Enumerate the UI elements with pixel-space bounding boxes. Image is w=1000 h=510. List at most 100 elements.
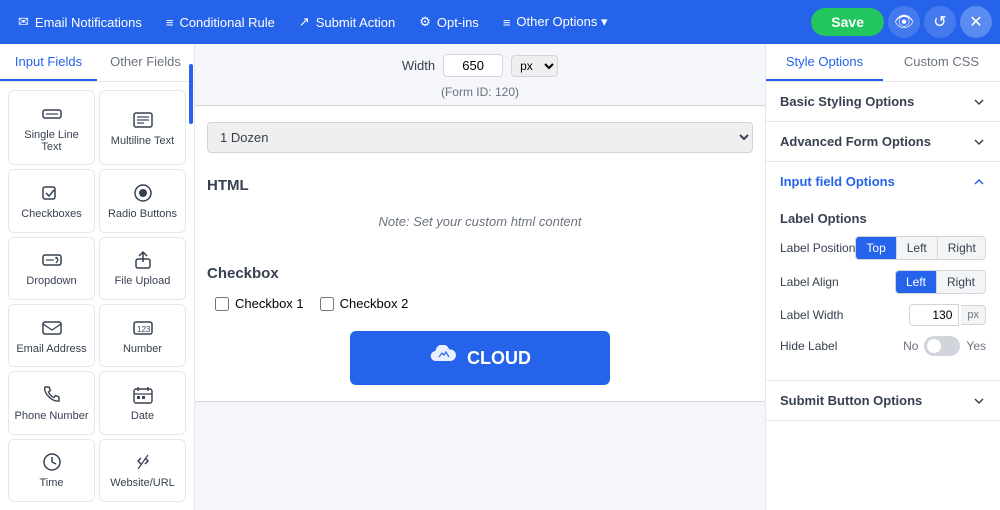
position-right-button[interactable]: Right [938,237,986,259]
sidebar-item-number[interactable]: 123 Number [99,304,186,367]
accordion-basic-styling-header[interactable]: Basic Styling Options [766,82,1000,121]
sidebar-item-time[interactable]: Time [8,439,95,502]
chevron-down-icon-2 [972,135,986,149]
accordion-input-field-options-body: Label Options Label Position Top Left Ri… [766,201,1000,380]
sidebar-scrollbar[interactable] [188,44,194,510]
label-position-btn-group: Top Left Right [855,236,986,260]
chevron-up-icon [972,175,986,189]
sidebar-item-phone-number[interactable]: Phone Number [8,371,95,434]
form-id: (Form ID: 120) [441,85,519,99]
nav-submit-action[interactable]: ↗ Submit Action [289,8,405,36]
file-upload-icon [132,249,154,271]
date-icon [132,384,154,406]
label-width-row: Label Width px [780,304,986,326]
width-unit-select[interactable]: px em % [511,55,558,77]
label-align-label: Label Align [780,275,839,289]
sidebar-tabs: Input Fields Other Fields [0,44,194,82]
accordion-submit-button-options-header[interactable]: Submit Button Options [766,381,1000,420]
phone-number-label: Phone Number [15,410,89,422]
submit-button[interactable]: CLOUD [350,331,610,385]
hide-label-no: No [903,339,918,353]
email-icon: ✉ [18,14,29,30]
width-input[interactable] [443,54,503,77]
chevron-down-icon [972,95,986,109]
dropdown-label: Dropdown [26,275,76,287]
save-button[interactable]: Save [811,8,884,36]
checkboxes-label: Checkboxes [21,208,82,220]
website-url-label: Website/URL [110,477,175,489]
undo-button[interactable]: ↺ [924,6,956,38]
radio-buttons-label: Radio Buttons [108,208,177,220]
checkbox-2-label: Checkbox 2 [340,296,409,311]
accordion-advanced-form-header[interactable]: Advanced Form Options [766,122,1000,161]
sidebar-item-dropdown[interactable]: Dropdown [8,237,95,300]
accordion-advanced-form: Advanced Form Options [766,122,1000,162]
cloud-svg-icon [429,345,457,365]
sidebar-item-multiline-text[interactable]: Multiline Text [99,90,186,165]
html-block: HTML Note: Set your custom html content [207,169,753,249]
checkbox-option-2[interactable]: Checkbox 2 [320,296,409,311]
right-panel: Style Options Custom CSS Basic Styling O… [765,44,1000,510]
style-options-label: Style Options [786,54,863,69]
custom-css-label: Custom CSS [904,54,979,69]
sidebar-item-website-url[interactable]: Website/URL [99,439,186,502]
nav-email-notifications[interactable]: ✉ Email Notifications [8,8,152,36]
submit-button-options-label: Submit Button Options [780,393,922,408]
basic-styling-label: Basic Styling Options [780,94,914,109]
nav-opt-ins[interactable]: ⚙ Opt-ins [409,8,489,36]
advanced-form-label: Advanced Form Options [780,134,931,149]
email-address-icon [41,317,63,339]
nav-conditional-rule[interactable]: ≡ Conditional Rule [156,9,285,36]
time-icon [41,451,63,473]
submit-action-icon: ↗ [299,14,310,30]
accordion-input-field-options-header[interactable]: Input field Options [766,162,1000,201]
canvas-toolbar: Width px em % [402,54,558,77]
position-left-button[interactable]: Left [897,237,938,259]
checkbox-block: Checkbox Checkbox 1 Checkbox 2 [207,265,753,315]
checkbox-2-input[interactable] [320,297,334,311]
left-sidebar: Input Fields Other Fields Single Line Te… [0,44,195,510]
label-width-input[interactable] [909,304,959,326]
align-right-button[interactable]: Right [937,271,985,293]
label-options-title: Label Options [780,211,986,226]
number-label: Number [123,343,162,355]
sidebar-item-checkboxes[interactable]: Checkboxes [8,169,95,232]
checkbox-option-1[interactable]: Checkbox 1 [215,296,304,311]
hide-label-toggle-wrap: No Yes [903,336,986,356]
chevron-down-icon-3 [972,394,986,408]
label-align-row: Label Align Left Right [780,270,986,294]
sidebar-item-radio-buttons[interactable]: Radio Buttons [99,169,186,232]
close-icon: ✕ [969,12,982,32]
website-url-icon [132,451,154,473]
checkbox-1-input[interactable] [215,297,229,311]
sidebar-item-email-address[interactable]: Email Address [8,304,95,367]
checkboxes-icon [41,182,63,204]
position-top-button[interactable]: Top [856,237,896,259]
single-line-text-label: Single Line Text [13,129,90,153]
sidebar-item-file-upload[interactable]: File Upload [99,237,186,300]
sidebar-item-date[interactable]: Date [99,371,186,434]
nav-opt-ins-label: Opt-ins [437,15,479,30]
tab-input-fields[interactable]: Input Fields [0,44,97,81]
tab-custom-css[interactable]: Custom CSS [883,44,1000,81]
top-nav: ✉ Email Notifications ≡ Conditional Rule… [0,0,1000,44]
hide-label-toggle[interactable] [924,336,960,356]
nav-other-options[interactable]: ≡ Other Options ▾ [493,8,618,36]
preview-button[interactable]: 👁 [888,6,920,38]
dropdown-icon [41,249,63,271]
hide-label-yes: Yes [966,339,986,353]
opt-ins-icon: ⚙ [419,14,431,30]
other-options-icon: ≡ [503,15,511,30]
input-field-options-label: Input field Options [780,174,895,189]
align-left-button[interactable]: Left [896,271,937,293]
nav-email-label: Email Notifications [35,15,142,30]
tab-other-fields[interactable]: Other Fields [97,44,194,81]
panel-tabs: Style Options Custom CSS [766,44,1000,82]
tab-style-options[interactable]: Style Options [766,44,883,81]
sidebar-item-single-line-text[interactable]: Single Line Text [8,90,95,165]
radio-buttons-icon [132,182,154,204]
eye-icon: 👁 [894,12,914,32]
close-button[interactable]: ✕ [960,6,992,38]
dropdown-select[interactable]: 1 Dozen [207,122,753,153]
label-position-row: Label Position Top Left Right [780,236,986,260]
